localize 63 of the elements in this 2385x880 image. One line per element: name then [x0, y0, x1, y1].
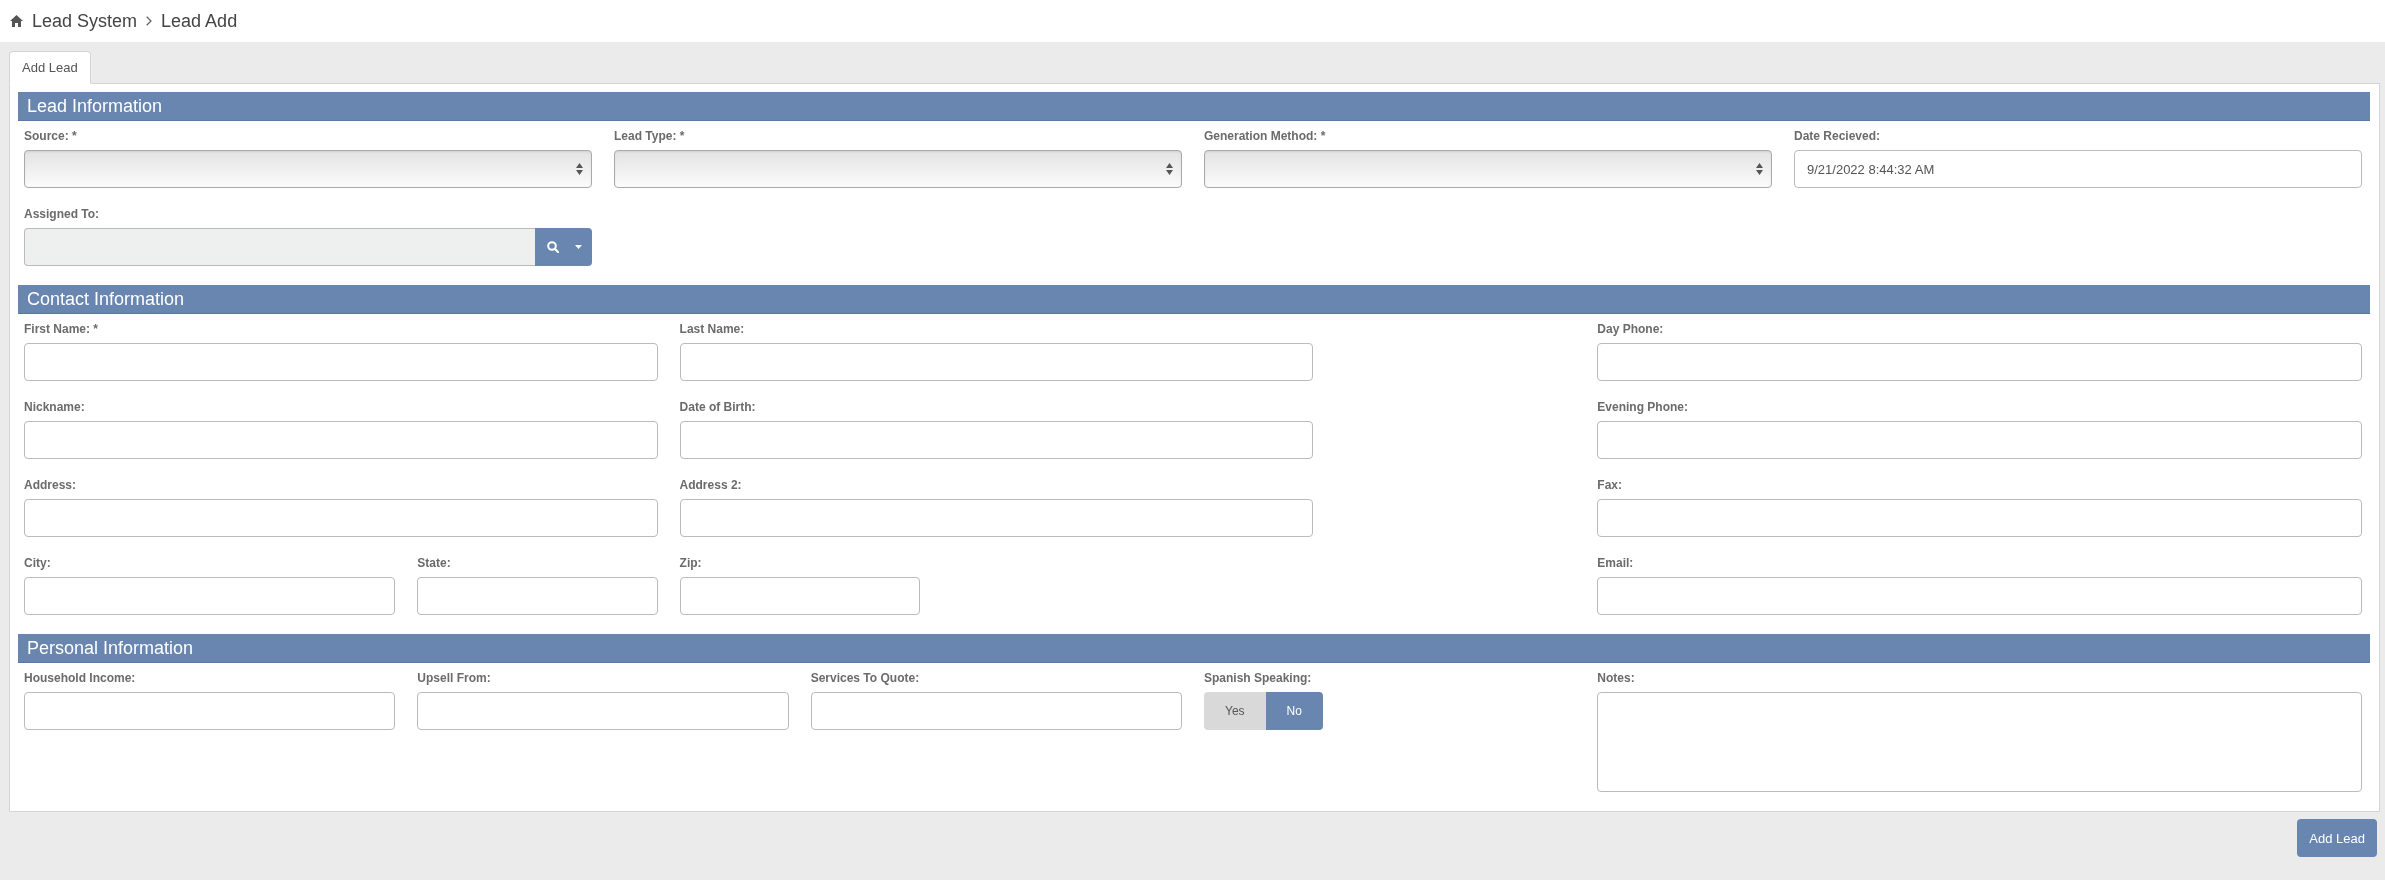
input-field[interactable]	[1597, 421, 2362, 459]
add-lead-button[interactable]: Add Lead	[2297, 819, 2377, 857]
section-title: Personal Information	[27, 637, 194, 659]
input-field[interactable]	[1597, 499, 2362, 537]
tab[interactable]: Add Lead	[9, 51, 91, 84]
field-label: First Name: *	[24, 322, 99, 337]
toggle-option[interactable]: No	[1265, 692, 1323, 730]
input-field[interactable]	[1597, 577, 2362, 615]
input-field[interactable]	[24, 421, 658, 459]
field-label: Day Phone:	[1597, 322, 1664, 337]
field-label: Source: *	[24, 129, 77, 144]
search-icon	[546, 241, 559, 253]
field-label: Date of Birth:	[679, 400, 756, 415]
dropdown-field[interactable]	[614, 150, 1182, 188]
input-field[interactable]	[417, 692, 789, 730]
textarea-field[interactable]	[1597, 692, 2362, 792]
field-label: Address:	[24, 478, 76, 493]
field-label: Spanish Speaking:	[1204, 671, 1312, 686]
toggle-option[interactable]: Yes	[1204, 692, 1266, 730]
field-label: Nickname:	[24, 400, 85, 415]
input-field[interactable]	[24, 499, 658, 537]
input-field[interactable]	[679, 421, 1314, 459]
search-button[interactable]	[535, 228, 570, 266]
input-field[interactable]	[810, 692, 1182, 730]
field-label: Email:	[1597, 556, 1634, 571]
input-field[interactable]	[679, 577, 920, 615]
field-label: Fax:	[1597, 478, 1622, 493]
field-label: Lead Type: *	[614, 129, 685, 144]
field-label: Notes:	[1597, 671, 1635, 686]
chevron-icon	[146, 16, 153, 26]
input-field[interactable]	[24, 228, 535, 266]
field-label: Date Recieved:	[1794, 129, 1881, 144]
dropdown-field[interactable]	[1204, 150, 1772, 188]
sort-arrows-icon	[1166, 163, 1173, 175]
breadcrumb-link[interactable]: Lead System	[32, 10, 138, 32]
field-label: City:	[24, 556, 51, 571]
input-field[interactable]	[24, 343, 658, 381]
input-field[interactable]: 9/21/2022 8:44:32 AM	[1794, 150, 2362, 188]
section-title: Contact Information	[27, 288, 185, 310]
home-icon[interactable]	[10, 15, 23, 27]
field-label: Assigned To:	[24, 207, 100, 222]
dropdown-button[interactable]	[570, 228, 592, 266]
input-field[interactable]	[24, 577, 396, 615]
section-title: Lead Information	[27, 95, 163, 117]
field-label: Address 2:	[679, 478, 742, 493]
input-field[interactable]	[679, 499, 1314, 537]
input-field[interactable]	[679, 343, 1314, 381]
field-label: State:	[417, 556, 451, 571]
field-label: Upsell From:	[417, 671, 491, 686]
field-label: Services To Quote:	[810, 671, 920, 686]
field-label: Household Income:	[24, 671, 136, 686]
field-label: Zip:	[679, 556, 702, 571]
dropdown-field[interactable]	[24, 150, 592, 188]
input-field[interactable]	[24, 692, 396, 730]
field-label: Last Name:	[679, 322, 745, 337]
caret-icon	[575, 245, 582, 249]
input-field[interactable]	[1597, 343, 2362, 381]
sort-arrows-icon	[576, 163, 583, 175]
sort-arrows-icon	[1756, 163, 1763, 175]
field-label: Generation Method: *	[1204, 129, 1326, 144]
breadcrumb-current: Lead Add	[161, 10, 238, 32]
input-field[interactable]	[417, 577, 658, 615]
field-label: Evening Phone:	[1597, 400, 1688, 415]
